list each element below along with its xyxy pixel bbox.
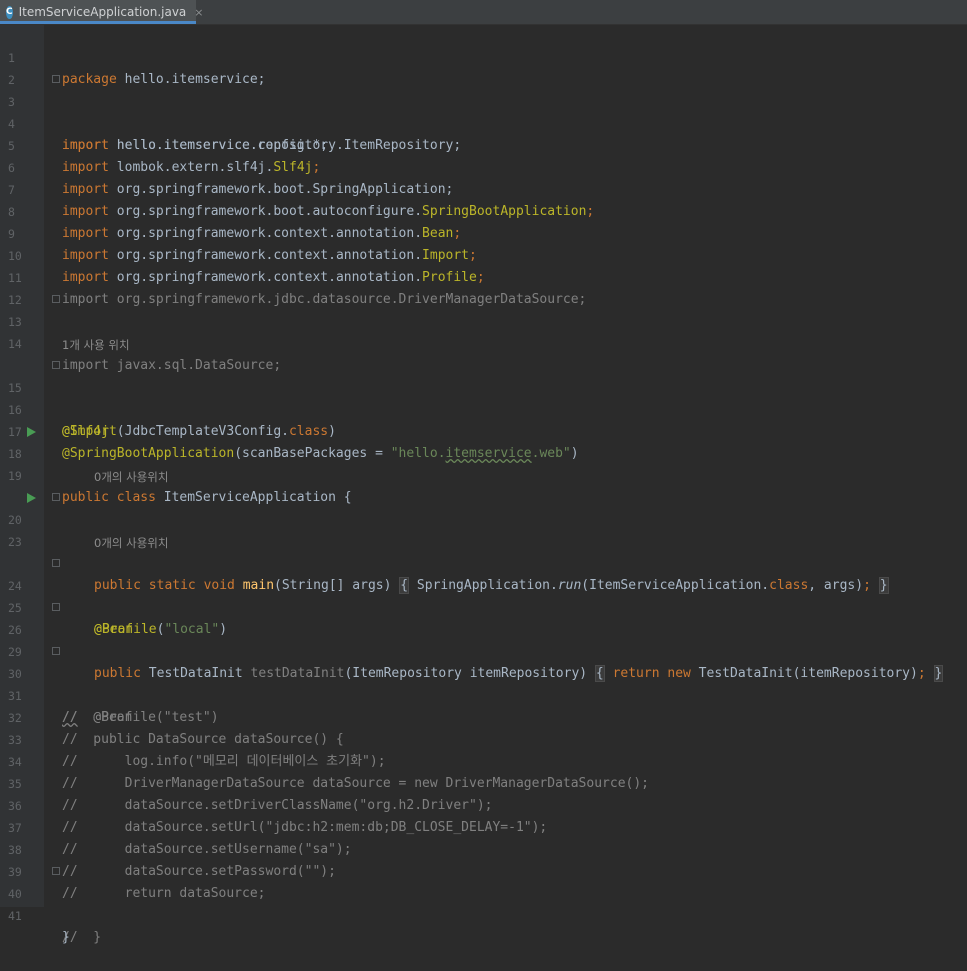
code-line: 32 // public DataSource dataSource() {	[0, 685, 967, 747]
code-line: 24 @Bean	[0, 553, 967, 637]
code-line: 9 import org.springframework.context.ann…	[0, 201, 967, 263]
code-line: 11 import org.springframework.jdbc.datas…	[0, 245, 967, 307]
code-line: 34 // DriverManagerDataSource dataSource…	[0, 729, 967, 791]
run-icon[interactable]	[27, 427, 36, 437]
fold-icon[interactable]	[52, 295, 60, 303]
fold-icon[interactable]	[52, 361, 60, 369]
code-line: 4 import hello.itemservice.repository.It…	[0, 91, 967, 153]
editor-tab-bar: C ItemServiceApplication.java ×	[0, 0, 967, 25]
fold-icon[interactable]	[52, 559, 60, 567]
code-editor[interactable]: 1 package hello.itemservice; 2 3 import …	[0, 25, 967, 945]
run-icon[interactable]	[27, 493, 36, 503]
active-tab-indicator	[0, 21, 196, 24]
fold-icon[interactable]	[52, 867, 60, 875]
expand-icon[interactable]	[52, 603, 60, 611]
code-line: 18 public class ItemServiceApplication {	[0, 421, 967, 505]
code-line: 40 // }	[0, 861, 967, 945]
code-line: 12	[0, 267, 967, 307]
usage-hint[interactable]: 1개 사용 위치	[0, 333, 967, 355]
code-line: 23	[0, 509, 967, 549]
code-line: 29	[0, 619, 967, 659]
tab-filename: ItemServiceApplication.java	[18, 5, 187, 19]
code-line: 41 }	[0, 883, 967, 945]
code-line: 38 // dataSource.setPassword("");	[0, 817, 967, 879]
usage-hint[interactable]: 0개의 사용위치	[0, 531, 967, 553]
code-line: 10 import org.springframework.context.an…	[0, 223, 967, 285]
close-icon[interactable]: ×	[194, 6, 203, 19]
code-line: 16 @Import(JdbcTemplateV3Config.class)	[0, 377, 967, 439]
usage-hint[interactable]: 0개의 사용위치	[0, 465, 967, 487]
code-line: 8 import org.springframework.context.ann…	[0, 179, 967, 241]
code-line: 35 // dataSource.setDriverClassName("org…	[0, 751, 967, 813]
code-line: 1 package hello.itemservice;	[0, 25, 967, 87]
code-line: 30 // @Bean	[0, 641, 967, 725]
fold-icon[interactable]	[52, 75, 60, 83]
code-line: 15 @Slf4j	[0, 355, 967, 439]
tab-item-service-application[interactable]: C ItemServiceApplication.java ×	[0, 0, 204, 24]
code-line: 26 public TestDataInit testDataInit(Item…	[0, 597, 967, 682]
expand-icon[interactable]	[52, 493, 60, 501]
fold-icon[interactable]	[52, 647, 60, 655]
code-line: 31 // @Profile("test")	[0, 663, 967, 725]
code-line: 25 @Profile("local")	[0, 575, 967, 637]
line-number: 41	[8, 909, 22, 923]
code-line: 2	[0, 47, 967, 87]
code-line: 3 import hello.itemservice.config.*;	[0, 69, 967, 153]
code-line: 5 import lombok.extern.slf4j.Slf4j;	[0, 113, 967, 175]
code-line: 14	[0, 311, 967, 351]
code-line: 6 import org.springframework.boot.Spring…	[0, 135, 967, 197]
java-class-icon: C	[6, 5, 13, 19]
code-line: 17 @SpringBootApplication(scanBasePackag…	[0, 399, 967, 461]
code-line: 33 // log.info("메모리 데이터베이스 초기화");	[0, 707, 967, 769]
code-line: 39 // return dataSource;	[0, 839, 967, 901]
code-line: 20 public static void main(String[] args…	[0, 487, 967, 594]
code-line: 13 import javax.sql.DataSource;	[0, 289, 967, 373]
code-line: 19	[0, 443, 967, 483]
code-line: 7 import org.springframework.boot.autoco…	[0, 157, 967, 219]
code-line: 36 // dataSource.setUrl("jdbc:h2:mem:db;…	[0, 773, 967, 835]
code-line: 37 // dataSource.setUsername("sa");	[0, 795, 967, 857]
